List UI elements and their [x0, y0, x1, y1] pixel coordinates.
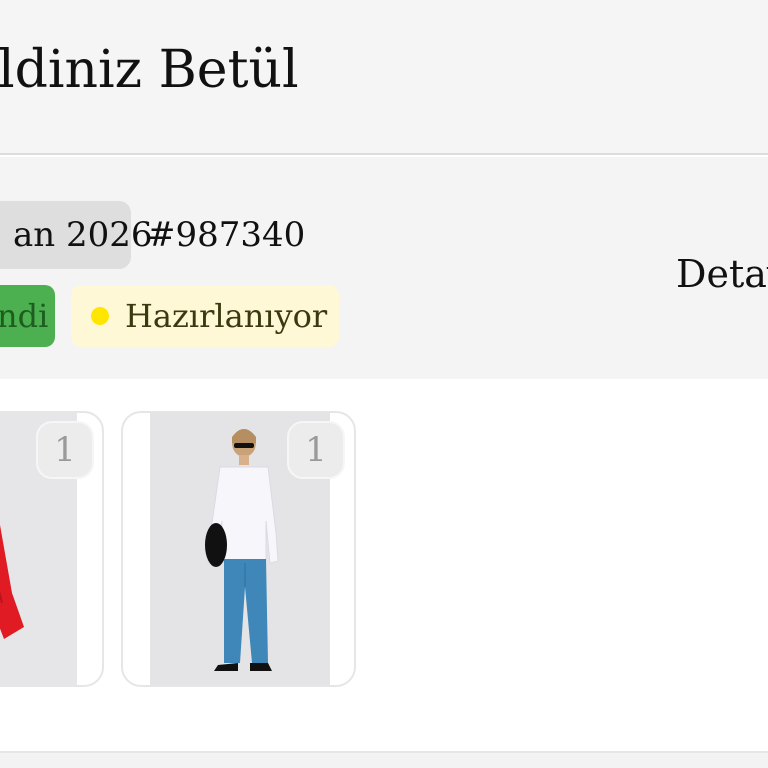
quantity-badge: 1 [287, 421, 345, 479]
welcome-title: ldiniz Betül [0, 40, 299, 100]
page-header: ldiniz Betül [0, 0, 768, 155]
order-products: 1 1 [0, 379, 768, 751]
order-card[interactable]: an 2026 #987340 Detay ndi Hazırlanıyor [0, 157, 768, 379]
order-number: #987340 [147, 215, 306, 255]
order-history-page: ldiniz Betül an 2026 #987340 Detay ndi H… [0, 0, 768, 768]
status-badge-primary: ndi [0, 285, 55, 347]
status-badge-label: Hazırlanıyor [125, 297, 328, 335]
product-thumbnail[interactable]: 1 [121, 411, 356, 687]
order-detail-link[interactable]: Detay [676, 251, 768, 297]
next-order-card-edge [0, 751, 768, 768]
product-thumbnail[interactable]: 1 [0, 411, 104, 687]
status-dot-icon [91, 307, 109, 325]
order-date-chip: an 2026 [0, 201, 153, 269]
status-badge-preparing: Hazırlanıyor [71, 285, 339, 347]
quantity-badge: 1 [36, 421, 94, 479]
